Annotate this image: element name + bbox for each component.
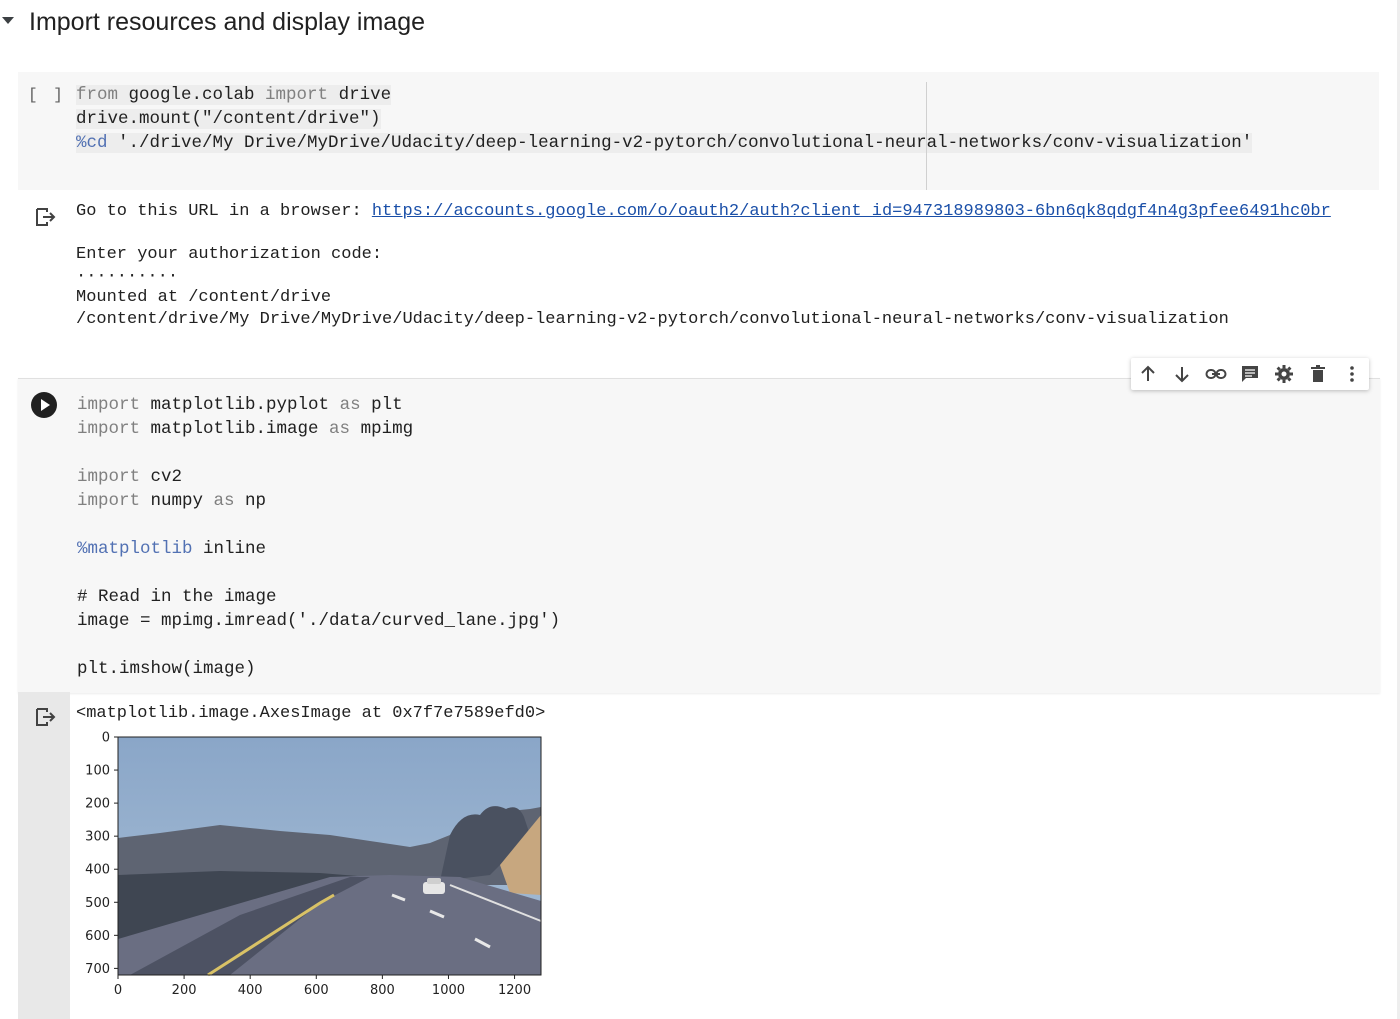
y-tick-label: 500 bbox=[85, 896, 110, 911]
output-text: Go to this URL in a browser: https://acc… bbox=[76, 201, 1331, 330]
cell-toolbar bbox=[1131, 358, 1369, 390]
code-line[interactable]: plt.imshow(image) bbox=[77, 657, 560, 681]
code-line[interactable]: %cd './drive/My Drive/MyDrive/Udacity/de… bbox=[76, 131, 1253, 155]
url-prompt: Go to this URL in a browser: bbox=[76, 202, 372, 221]
x-tick-label: 800 bbox=[370, 983, 395, 998]
x-tick-label: 1000 bbox=[432, 983, 465, 998]
section-header[interactable]: Import resources and display image bbox=[0, 0, 1400, 46]
code-token: numpy bbox=[140, 491, 214, 511]
comment-icon[interactable] bbox=[1237, 362, 1263, 386]
x-tick-label: 200 bbox=[172, 983, 197, 998]
y-tick-label: 600 bbox=[85, 929, 110, 944]
keyword-token: import bbox=[77, 491, 141, 511]
oauth-link[interactable]: https://accounts.google.com/o/oauth2/aut… bbox=[372, 202, 1331, 221]
x-tick-label: 1200 bbox=[498, 983, 531, 998]
code-line[interactable]: import numpy as np bbox=[77, 489, 560, 513]
code-line[interactable] bbox=[77, 441, 560, 465]
trash-icon[interactable] bbox=[1305, 362, 1331, 386]
cwd-path: /content/drive/My Drive/MyDrive/Udacity/… bbox=[76, 309, 1229, 329]
code-token: matplotlib.pyplot bbox=[140, 395, 340, 415]
code-line[interactable]: import matplotlib.pyplot as plt bbox=[77, 393, 560, 417]
code-editor[interactable]: import matplotlib.pyplot as plt import ma… bbox=[77, 393, 560, 681]
code-token: matplotlib.image bbox=[140, 419, 330, 439]
x-axis: 0 200 400 600 800 1000 1200 bbox=[114, 975, 531, 998]
code-line[interactable]: drive.mount("/content/drive") bbox=[76, 107, 1252, 131]
execution-count-bracket[interactable]: [ ] bbox=[28, 86, 66, 104]
keyword-token: as bbox=[339, 395, 361, 415]
code-token: np bbox=[234, 491, 267, 511]
auth-code-masked[interactable]: ·········· bbox=[76, 267, 178, 286]
code-token: './drive/My Drive/MyDrive/Udacity/deep-l… bbox=[107, 133, 1253, 153]
gear-icon[interactable] bbox=[1271, 362, 1297, 386]
code-token: # Read in the image bbox=[77, 587, 277, 607]
keyword-token: import bbox=[77, 419, 141, 439]
code-line[interactable]: import cv2 bbox=[77, 465, 560, 489]
road-photo bbox=[118, 737, 542, 977]
code-line[interactable] bbox=[77, 633, 560, 657]
code-token: mpimg bbox=[350, 419, 414, 439]
code-token: drive bbox=[328, 85, 392, 105]
run-cell-button[interactable] bbox=[31, 392, 57, 418]
keyword-token: import bbox=[77, 467, 141, 487]
keyword-token: import bbox=[77, 395, 141, 415]
code-token: plt.imshow(image) bbox=[77, 659, 256, 679]
x-tick-label: 0 bbox=[114, 983, 122, 998]
code-editor[interactable]: from google.colab import drive drive.moun… bbox=[76, 83, 1253, 155]
magic-token: %matplotlib bbox=[77, 539, 193, 559]
code-token: drive.mount("/content/drive") bbox=[76, 109, 381, 129]
code-token: plt bbox=[360, 395, 403, 415]
code-line[interactable]: # Read in the image bbox=[77, 585, 560, 609]
x-tick-label: 600 bbox=[304, 983, 329, 998]
collapse-caret-icon[interactable] bbox=[2, 17, 14, 24]
arrow-up-icon[interactable] bbox=[1135, 362, 1161, 386]
magic-token: %cd bbox=[76, 133, 108, 153]
output-gutter bbox=[18, 692, 70, 1019]
line-length-ruler bbox=[926, 82, 927, 190]
code-line[interactable]: from google.colab import drive bbox=[76, 83, 1252, 107]
axes-image-repr: <matplotlib.image.AxesImage at 0x7f7e758… bbox=[76, 704, 546, 723]
output-icon[interactable] bbox=[34, 205, 58, 229]
code-line[interactable] bbox=[77, 561, 560, 585]
y-tick-label: 700 bbox=[85, 962, 110, 977]
code-token: google.colab bbox=[118, 85, 266, 105]
auth-prompt: Enter your authorization code: bbox=[76, 245, 383, 264]
y-tick-label: 0 bbox=[102, 731, 110, 746]
code-line[interactable]: %matplotlib inline bbox=[77, 537, 560, 561]
keyword-token: as bbox=[213, 491, 235, 511]
code-token: cv2 bbox=[140, 467, 183, 487]
y-tick-label: 200 bbox=[85, 797, 110, 812]
code-cell-1[interactable]: [ ] from google.colab import drive drive.… bbox=[18, 72, 1379, 190]
keyword-token: as bbox=[329, 419, 351, 439]
code-line[interactable]: import matplotlib.image as mpimg bbox=[77, 417, 560, 441]
output-icon[interactable] bbox=[34, 705, 58, 729]
imshow-plot: 0 200 400 600 800 1000 1200 0 100 200 300 400 500 60… bbox=[85, 731, 542, 998]
link-icon[interactable] bbox=[1203, 362, 1229, 386]
y-tick-label: 300 bbox=[85, 830, 110, 845]
more-vert-icon[interactable] bbox=[1339, 362, 1365, 386]
keyword-token: import bbox=[265, 85, 329, 105]
code-token: image = mpimg.imread('./data/curved_lane… bbox=[77, 611, 561, 631]
code-cell-2[interactable]: import matplotlib.pyplot as plt import ma… bbox=[18, 378, 1380, 693]
y-tick-label: 100 bbox=[85, 764, 110, 779]
cell-1-output: Go to this URL in a browser: https://acc… bbox=[18, 192, 1398, 342]
code-token: inline bbox=[192, 539, 267, 559]
code-line[interactable]: image = mpimg.imread('./data/curved_lane… bbox=[77, 609, 560, 633]
x-tick-label: 400 bbox=[238, 983, 263, 998]
section-title: Import resources and display image bbox=[29, 8, 426, 36]
arrow-down-icon[interactable] bbox=[1169, 362, 1195, 386]
code-line[interactable] bbox=[77, 513, 560, 537]
y-axis: 0 100 200 300 400 500 600 700 bbox=[85, 731, 118, 977]
keyword-token: from bbox=[76, 85, 119, 105]
mounted-message: Mounted at /content/drive bbox=[76, 288, 332, 307]
y-tick-label: 400 bbox=[85, 863, 110, 878]
